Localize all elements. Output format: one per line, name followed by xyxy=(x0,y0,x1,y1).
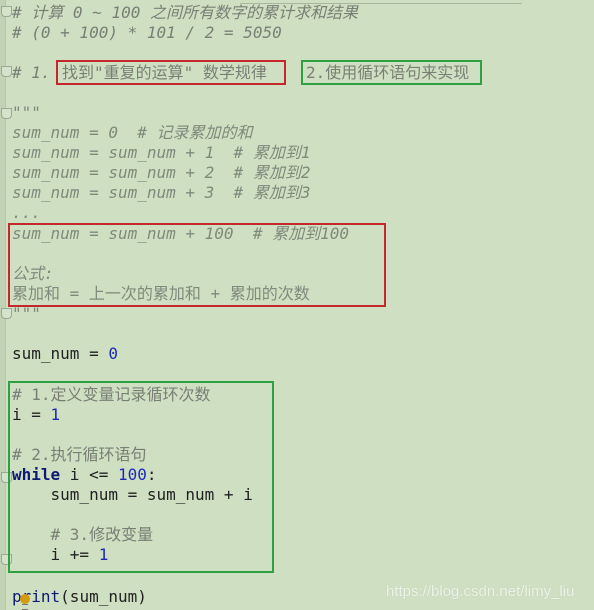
code-line-1[interactable]: # 计算 0 ~ 100 之间所有数字的累计求和结果 xyxy=(12,3,358,23)
docstring-line[interactable]: sum_num = sum_num + 1 # 累加到1 xyxy=(12,143,310,163)
docstring-close[interactable]: """ xyxy=(12,304,41,324)
docstring-open[interactable]: """ xyxy=(12,103,41,123)
code-line-sum-init[interactable]: sum_num = 0 xyxy=(12,344,118,364)
docstring-line[interactable]: 累加和 = 上一次的累加和 + 累加的次数 xyxy=(12,284,310,304)
code-text: i = xyxy=(12,405,51,424)
docstring-line[interactable]: ... xyxy=(12,203,41,223)
lightbulb-base xyxy=(22,604,28,610)
fold-icon[interactable] xyxy=(1,108,12,119)
code-line-4[interactable]: # 1. xyxy=(12,63,51,83)
comment-hash: # xyxy=(12,3,22,22)
code-line-2[interactable]: # (0 + 100) * 101 / 2 = 5050 xyxy=(12,23,282,43)
code-text: (sum_num) xyxy=(60,587,147,606)
comment-line[interactable]: # 1.定义变量记录循环次数 xyxy=(12,385,211,405)
code-text: sum_num = xyxy=(12,344,109,363)
docstring-line[interactable]: 公式: xyxy=(12,264,54,284)
comment-line[interactable]: # 3.修改变量 xyxy=(12,525,154,545)
code-line-print[interactable]: print(sum_num) xyxy=(12,587,147,607)
docstring-line[interactable]: sum_num = 0 # 记录累加的和 xyxy=(12,123,253,143)
comment-loop-text: 2.使用循环语句来实现 xyxy=(306,63,470,82)
code-text: i += xyxy=(12,545,99,564)
code-text: i <= xyxy=(60,465,118,484)
number-literal: 100 xyxy=(117,465,147,484)
comment-rule-text: 找到"重复的运算" 数学规律 xyxy=(62,63,267,82)
code-line-increment[interactable]: i += 1 xyxy=(12,545,109,565)
number-literal: 1 xyxy=(50,405,61,424)
code-text: : xyxy=(146,465,157,484)
number-literal: 0 xyxy=(108,344,118,363)
lightbulb-icon[interactable] xyxy=(20,594,30,604)
fold-icon[interactable] xyxy=(1,6,12,17)
comment-text: 计算 0 ~ 100 之间所有数字的累计求和结果 xyxy=(21,3,358,22)
docstring-line[interactable]: sum_num = sum_num + 2 # 累加到2 xyxy=(12,163,310,183)
editor-gutter xyxy=(0,0,6,610)
docstring-line[interactable]: sum_num = sum_num + 3 # 累加到3 xyxy=(12,183,310,203)
code-line-accumulate[interactable]: sum_num = sum_num + i xyxy=(12,485,253,505)
fold-icon[interactable] xyxy=(1,66,12,77)
builtin-function: print xyxy=(12,587,61,606)
comment-line[interactable]: # 2.执行循环语句 xyxy=(12,445,147,465)
number-literal: 1 xyxy=(98,545,109,564)
watermark: https://blog.csdn.net/limy_liu xyxy=(386,583,575,600)
fold-icon[interactable] xyxy=(1,308,12,319)
docstring-line[interactable]: sum_num = sum_num + 100 # 累加到100 xyxy=(12,224,349,244)
code-line-while[interactable]: while i <= 100: xyxy=(12,465,157,485)
keyword: while xyxy=(12,465,61,484)
code-line-i-init[interactable]: i = 1 xyxy=(12,405,60,425)
